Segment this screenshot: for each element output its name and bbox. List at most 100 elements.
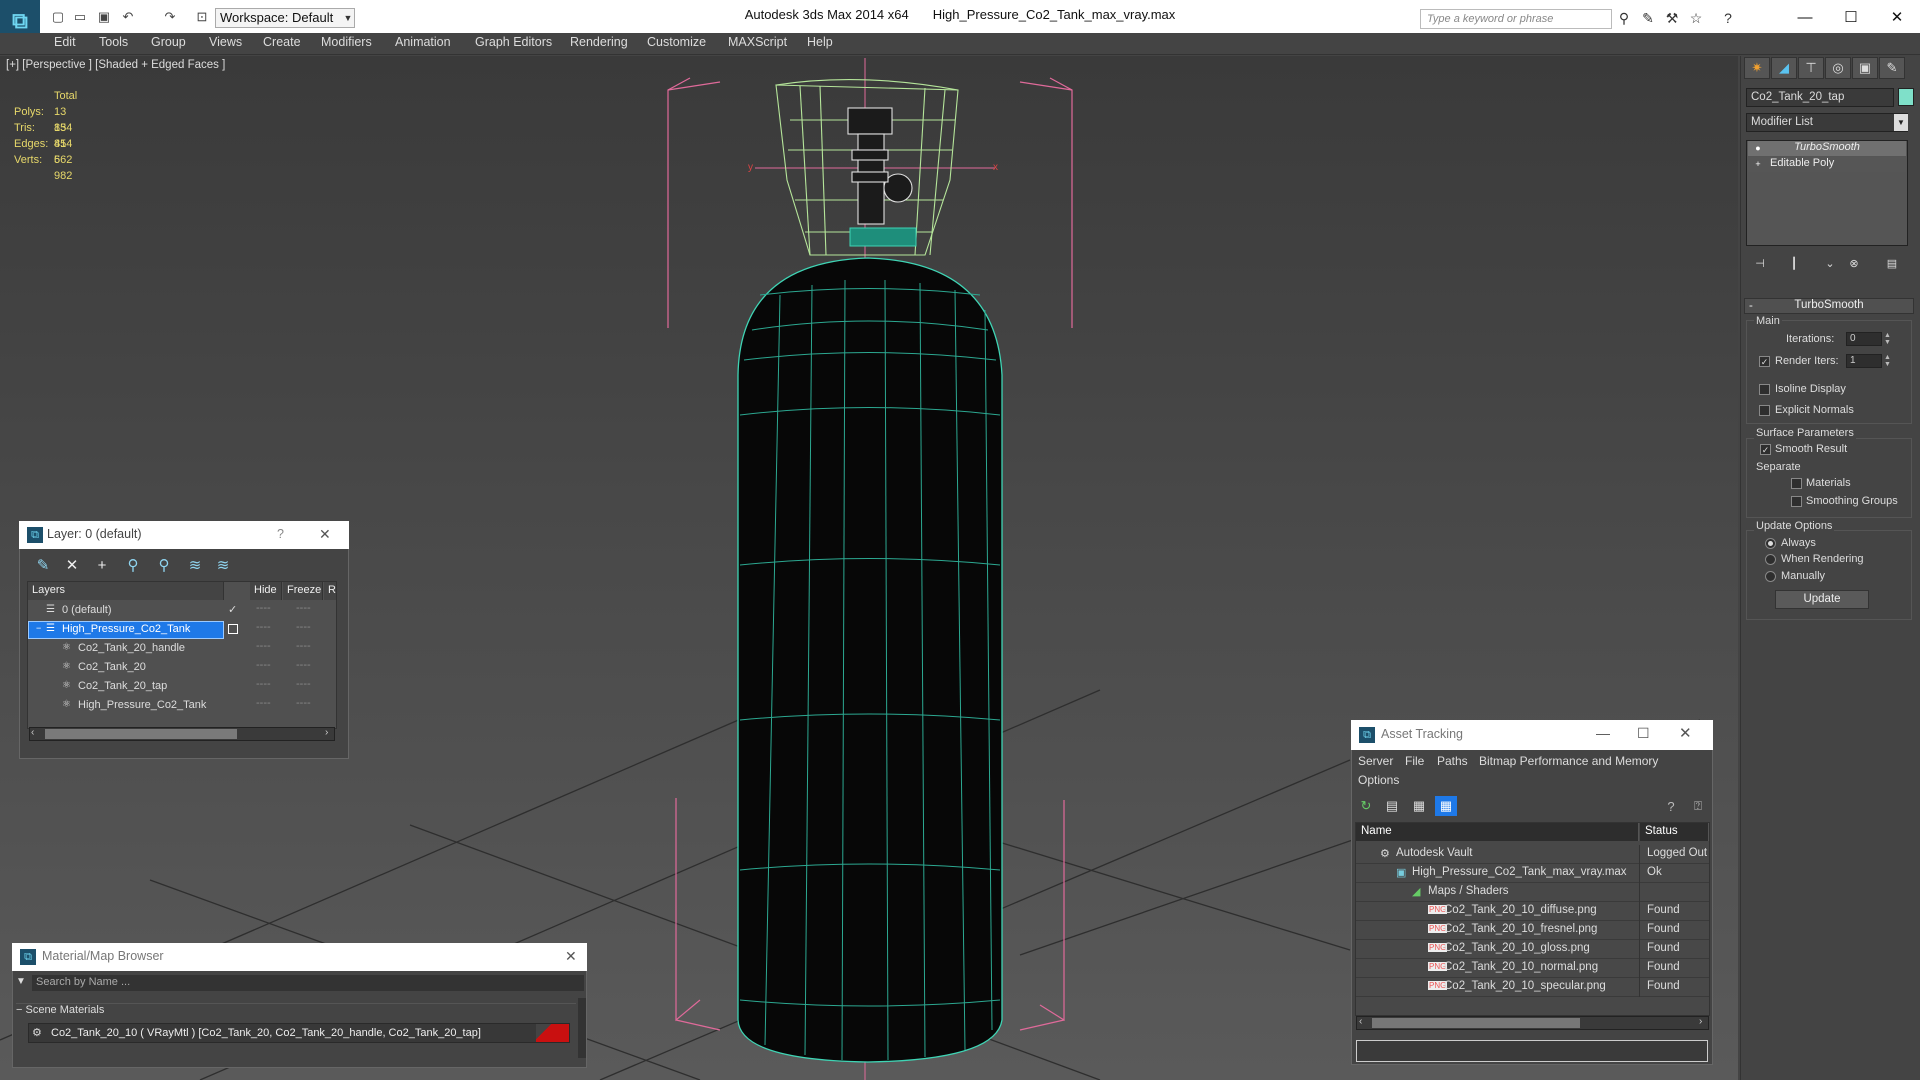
- layer-row[interactable]: ⚛ Co2_Tank_20_handle ---- ----: [28, 640, 335, 659]
- asset-row[interactable]: ▣ High_Pressure_Co2_Tank_max_vray.max Ok: [1356, 864, 1709, 883]
- col-render[interactable]: R: [324, 582, 336, 600]
- object-name-field[interactable]: Co2_Tank_20_tap: [1746, 88, 1894, 107]
- update-button[interactable]: Update: [1775, 590, 1869, 609]
- asset-row[interactable]: PNG Co2_Tank_20_10_gloss.png Found: [1356, 940, 1709, 959]
- help-button[interactable]: ?: [277, 527, 284, 541]
- close-icon[interactable]: ✕: [1679, 724, 1692, 742]
- asset-path-field[interactable]: [1356, 1040, 1708, 1062]
- pin-stack-icon[interactable]: ⊣: [1748, 253, 1772, 273]
- help-icon[interactable]: ?: [1660, 796, 1682, 816]
- star-icon[interactable]: ☆: [1686, 8, 1706, 28]
- col-hide[interactable]: Hide: [250, 582, 282, 600]
- hide-toggle[interactable]: ----: [256, 678, 271, 690]
- hide-toggle[interactable]: ----: [256, 640, 271, 652]
- menu-paths[interactable]: Paths: [1437, 754, 1468, 768]
- scene-materials-group[interactable]: − Scene Materials: [16, 1003, 576, 1019]
- layer-row[interactable]: ☰ 0 (default) ✓ ---- ----: [28, 602, 335, 621]
- stack-item-editable-poly[interactable]: Editable Poly: [1748, 157, 1906, 172]
- close-icon[interactable]: ✕: [319, 526, 331, 543]
- object-color-swatch[interactable]: [1898, 88, 1914, 106]
- freeze-toggle[interactable]: ----: [296, 602, 311, 614]
- hide-toggle[interactable]: ----: [256, 659, 271, 671]
- layer-dialog-titlebar[interactable]: ⧉ Layer: 0 (default) ? ✕: [19, 521, 349, 549]
- chevron-down-icon[interactable]: ▼: [341, 8, 355, 28]
- project-folder-icon[interactable]: ⊡: [192, 8, 212, 26]
- manually-radio[interactable]: [1765, 571, 1776, 582]
- layer-row[interactable]: ⚛ Co2_Tank_20_tap ---- ----: [28, 678, 335, 697]
- scrollbar-thumb[interactable]: [1372, 1018, 1580, 1028]
- refresh-icon[interactable]: ↻: [1355, 796, 1377, 816]
- col-freeze[interactable]: Freeze: [283, 582, 323, 600]
- lightbulb-icon[interactable]: ●: [1753, 143, 1763, 153]
- maximize-button[interactable]: ☐: [1828, 4, 1874, 30]
- close-icon[interactable]: ✕: [565, 948, 577, 965]
- scroll-left-icon[interactable]: ‹: [1359, 1016, 1362, 1027]
- modify-tab-icon[interactable]: ◢: [1771, 57, 1797, 79]
- turbosmooth-rollout-header[interactable]: - TurboSmooth: [1744, 298, 1914, 314]
- delete-layer-icon[interactable]: ✕: [61, 556, 83, 574]
- vertical-scrollbar[interactable]: [578, 998, 586, 1058]
- configure-modifier-sets-icon[interactable]: ▤: [1880, 253, 1904, 273]
- always-radio[interactable]: [1765, 538, 1776, 549]
- minimize-button[interactable]: —: [1782, 4, 1828, 30]
- make-unique-icon[interactable]: ⌄: [1818, 253, 1842, 273]
- hide-toggle[interactable]: ----: [256, 697, 271, 709]
- create-layer-icon[interactable]: ✎: [32, 556, 54, 574]
- freeze-all-layers-icon[interactable]: ≋: [212, 556, 234, 574]
- table-view-icon[interactable]: ▦: [1435, 796, 1457, 816]
- freeze-toggle[interactable]: ----: [296, 621, 311, 633]
- help-info-icon[interactable]: ⍰: [1687, 796, 1709, 816]
- scroll-left-icon[interactable]: ‹: [31, 727, 34, 738]
- menu-server[interactable]: Server: [1358, 754, 1393, 768]
- exchange-icon[interactable]: ⚒: [1662, 8, 1682, 28]
- asset-row[interactable]: ◢ Maps / Shaders: [1356, 883, 1709, 902]
- spinner-arrows-icon[interactable]: ▲ ▼: [1884, 354, 1892, 368]
- expand-plus-icon[interactable]: +: [1753, 159, 1763, 169]
- menu-file[interactable]: File: [1405, 754, 1424, 768]
- menu-create[interactable]: Create: [263, 35, 301, 53]
- hide-all-layers-icon[interactable]: ≋: [184, 556, 206, 574]
- hierarchy-tab-icon[interactable]: ⊤: [1798, 57, 1824, 79]
- asset-row[interactable]: ⚙ Autodesk Vault Logged Out: [1356, 845, 1709, 864]
- minimize-button[interactable]: —: [1596, 725, 1610, 741]
- scrollbar-thumb[interactable]: [45, 729, 237, 739]
- render-iters-checkbox[interactable]: ✓: [1759, 356, 1770, 367]
- hide-toggle[interactable]: ----: [256, 602, 271, 614]
- redo-icon[interactable]: ↷: [160, 8, 180, 26]
- isoline-display-checkbox[interactable]: [1759, 384, 1770, 395]
- menu-edit[interactable]: Edit: [54, 35, 76, 53]
- save-file-icon[interactable]: ▣: [94, 8, 114, 26]
- menu-rendering[interactable]: Rendering: [570, 35, 628, 53]
- materials-checkbox[interactable]: [1791, 478, 1802, 489]
- undo-icon[interactable]: ↶: [118, 8, 138, 26]
- menu-group[interactable]: Group: [151, 35, 186, 53]
- list-view-icon[interactable]: ▤: [1381, 796, 1403, 816]
- close-button[interactable]: ✕: [1874, 4, 1920, 30]
- col-name[interactable]: Name: [1356, 823, 1639, 841]
- collapse-icon[interactable]: −: [36, 623, 41, 633]
- layer-row[interactable]: ⚛ High_Pressure_Co2_Tank ---- ----: [28, 697, 335, 716]
- remove-modifier-icon[interactable]: ⊗: [1842, 253, 1866, 273]
- add-to-layer-icon[interactable]: +: [91, 556, 113, 574]
- when-rendering-radio[interactable]: [1765, 554, 1776, 565]
- menu-customize[interactable]: Customize: [647, 35, 706, 53]
- hide-toggle[interactable]: ----: [256, 621, 271, 633]
- material-search-input[interactable]: Search by Name ...: [32, 975, 584, 991]
- menu-views[interactable]: Views: [209, 35, 242, 53]
- asset-tracking-titlebar[interactable]: ⧉ Asset Tracking — ☐ ✕: [1351, 720, 1713, 750]
- display-tab-icon[interactable]: ▣: [1852, 57, 1878, 79]
- smooth-result-checkbox[interactable]: ✓: [1760, 444, 1771, 455]
- col-layers[interactable]: Layers: [28, 582, 224, 600]
- smoothing-groups-checkbox[interactable]: [1791, 496, 1802, 507]
- freeze-toggle[interactable]: ----: [296, 640, 311, 652]
- freeze-toggle[interactable]: ----: [296, 659, 311, 671]
- viewport-label[interactable]: [+] [Perspective ] [Shaded + Edged Faces…: [6, 59, 225, 71]
- scroll-right-icon[interactable]: ›: [325, 727, 328, 738]
- binoculars-icon[interactable]: ⚲: [1614, 8, 1634, 28]
- highlight-layer-icon[interactable]: ⚲: [153, 556, 175, 574]
- select-objects-icon[interactable]: ⚲: [122, 556, 144, 574]
- asset-row[interactable]: PNG Co2_Tank_20_10_normal.png Found: [1356, 959, 1709, 978]
- menu-bitmap-performance[interactable]: Bitmap Performance and Memory: [1479, 754, 1658, 768]
- new-file-icon[interactable]: ▢: [48, 8, 68, 26]
- search-input[interactable]: Type a keyword or phrase: [1420, 9, 1612, 29]
